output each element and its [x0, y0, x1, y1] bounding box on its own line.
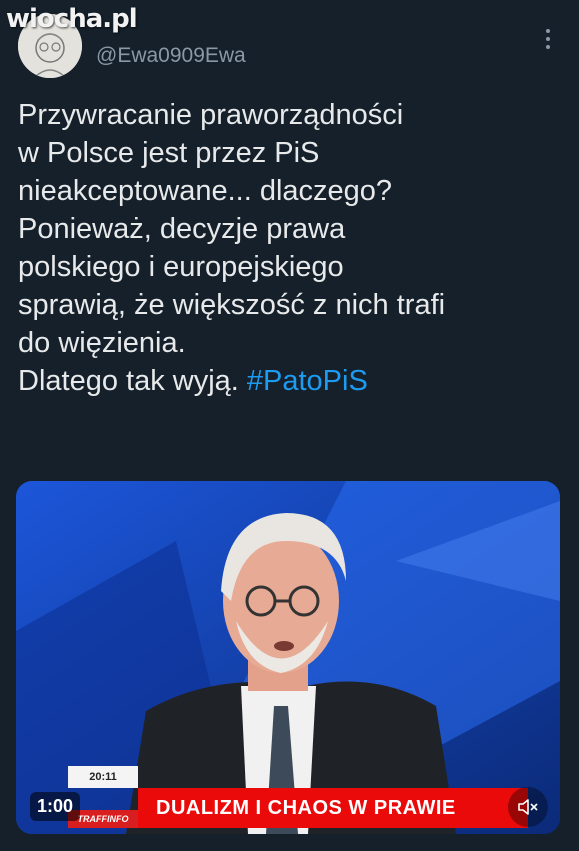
tweet-line: w Polsce jest przez PiS	[18, 137, 320, 169]
more-options-icon[interactable]	[538, 26, 558, 52]
tweet-body: Przywracanie praworządności w Polsce jes…	[18, 96, 568, 400]
broadcast-clock: 20:11	[68, 766, 138, 788]
author-handle[interactable]: @Ewa0909Ewa	[96, 44, 246, 68]
video-player[interactable]: 20:11 TRAFFINFO DUALIZM I CHAOS W PRAWIE…	[16, 481, 560, 834]
video-duration-badge: 1:00	[30, 792, 81, 821]
tweet-line: do więzienia.	[18, 327, 186, 359]
site-watermark: wiocha.pl	[6, 4, 138, 34]
tweet-line: polskiego i europejskiego	[18, 251, 344, 283]
tweet-line: sprawią, że większość z nich trafi	[18, 289, 446, 321]
speaker-muted-icon	[518, 799, 538, 815]
tweet-line: nieakceptowane... dlaczego?	[18, 175, 393, 207]
mute-button[interactable]	[508, 787, 548, 827]
news-headline-banner: DUALIZM I CHAOS W PRAWIE	[138, 788, 528, 828]
tweet-line: Przywracanie praworządności	[18, 99, 404, 131]
tweet-line: Ponieważ, decyzje prawa	[18, 213, 346, 245]
hashtag-link[interactable]: #PatoPiS	[247, 365, 368, 397]
tweet-line-text: Dlatego tak wyją.	[18, 365, 247, 397]
tweet-line-last: Dlatego tak wyją. #PatoPiS	[18, 362, 568, 400]
